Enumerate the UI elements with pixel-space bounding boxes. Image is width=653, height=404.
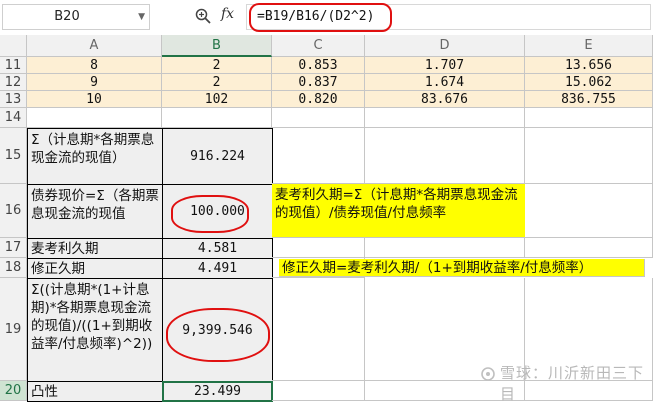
cell-b12[interactable]: 2 bbox=[162, 74, 272, 91]
cell-d12[interactable]: 1.674 bbox=[365, 74, 525, 91]
snowball-logo-icon bbox=[481, 367, 495, 381]
spreadsheet-grid: A B C D E 11 8 2 0.853 1.707 13.656 12 9… bbox=[0, 35, 653, 403]
column-header-e[interactable]: E bbox=[525, 35, 653, 57]
annotation-circle-b19 bbox=[166, 308, 270, 362]
note-macaulay-duration-formula[interactable]: 麦考利久期=Σ（计息期*各期票息现金流的现值）/债券现值/付息频率 bbox=[272, 184, 525, 238]
column-header-a[interactable]: A bbox=[27, 35, 162, 57]
cell-e13[interactable]: 836.755 bbox=[525, 91, 653, 108]
cell-c12[interactable]: 0.837 bbox=[272, 74, 365, 91]
cell-e14[interactable] bbox=[525, 108, 653, 128]
annotation-circle-b16 bbox=[171, 195, 249, 233]
row-header-19[interactable]: 19 bbox=[0, 278, 27, 381]
cell-b18[interactable]: 4.491 bbox=[162, 258, 273, 279]
cell-e11[interactable]: 13.656 bbox=[525, 57, 653, 74]
column-header-d[interactable]: D bbox=[365, 35, 525, 57]
cell-e17[interactable] bbox=[525, 238, 653, 258]
cell-b20-selected[interactable]: 23.499 bbox=[162, 381, 273, 402]
cell-c19[interactable] bbox=[272, 278, 365, 381]
cell-d14[interactable] bbox=[365, 108, 525, 128]
cell-c11[interactable]: 0.853 bbox=[272, 57, 365, 74]
row-header-12[interactable]: 12 bbox=[0, 74, 27, 91]
cell-a14[interactable] bbox=[27, 108, 162, 128]
row-header-15[interactable]: 15 bbox=[0, 128, 27, 184]
formula-bar: B20 ▼ fx =B19/B16/(D2^2) bbox=[0, 0, 653, 35]
cell-d17[interactable] bbox=[365, 238, 525, 258]
cell-e12[interactable]: 15.062 bbox=[525, 74, 653, 91]
fx-icon[interactable]: fx bbox=[221, 6, 234, 22]
cell-e16[interactable] bbox=[525, 184, 653, 238]
row-header-20[interactable]: 20 bbox=[0, 381, 27, 401]
select-all-corner[interactable] bbox=[0, 35, 27, 57]
cell-c20[interactable] bbox=[272, 381, 365, 401]
cell-c14[interactable] bbox=[272, 108, 365, 128]
note-modified-duration-formula[interactable]: 修正久期=麦考利久期/（1+到期收益率/付息频率） bbox=[279, 259, 645, 277]
row-header-16[interactable]: 16 bbox=[0, 184, 27, 238]
cell-a18[interactable]: 修正久期 bbox=[27, 258, 163, 279]
cell-a19[interactable]: Σ((计息期*(1+计息期)*各期票息现金流的现值)/((1+到期收益率/付息频… bbox=[27, 278, 163, 382]
annotation-circle bbox=[249, 3, 392, 32]
column-header-c[interactable]: C bbox=[272, 35, 365, 57]
cell-b13[interactable]: 102 bbox=[162, 91, 272, 108]
chevron-down-icon[interactable]: ▼ bbox=[138, 5, 145, 29]
cell-c13[interactable]: 0.820 bbox=[272, 91, 365, 108]
cell-c17[interactable] bbox=[272, 238, 365, 258]
watermark-text: 雪球：川沂新田三下目 bbox=[500, 364, 645, 403]
cell-a11[interactable]: 8 bbox=[27, 57, 162, 74]
column-header-b[interactable]: B bbox=[162, 35, 272, 57]
cell-b17[interactable]: 4.581 bbox=[162, 238, 273, 259]
cell-a12[interactable]: 9 bbox=[27, 74, 162, 91]
cell-d15[interactable] bbox=[365, 128, 525, 184]
cell-b15[interactable]: 916.224 bbox=[162, 128, 273, 185]
row-header-18[interactable]: 18 bbox=[0, 258, 27, 278]
row-header-13[interactable]: 13 bbox=[0, 91, 27, 108]
row-header-17[interactable]: 17 bbox=[0, 238, 27, 258]
cell-a15[interactable]: Σ（计息期*各期票息现金流的现值） bbox=[27, 128, 163, 185]
cell-b14[interactable] bbox=[162, 108, 272, 128]
cell-a13[interactable]: 10 bbox=[27, 91, 162, 108]
zoom-icon[interactable] bbox=[195, 8, 211, 24]
cell-a16[interactable]: 债券现价=Σ（各期票息现金流的现值 bbox=[27, 184, 163, 239]
cell-d11[interactable]: 1.707 bbox=[365, 57, 525, 74]
cell-a20[interactable]: 凸性 bbox=[27, 381, 163, 402]
row-header-14[interactable]: 14 bbox=[0, 108, 27, 128]
name-box[interactable]: B20 ▼ bbox=[2, 4, 150, 30]
cell-d13[interactable]: 83.676 bbox=[365, 91, 525, 108]
cell-a17[interactable]: 麦考利久期 bbox=[27, 238, 163, 259]
name-box-value: B20 bbox=[54, 9, 80, 24]
cell-b11[interactable]: 2 bbox=[162, 57, 272, 74]
row-header-11[interactable]: 11 bbox=[0, 57, 27, 74]
cell-e15[interactable] bbox=[525, 128, 653, 184]
cell-c15[interactable] bbox=[272, 128, 365, 184]
